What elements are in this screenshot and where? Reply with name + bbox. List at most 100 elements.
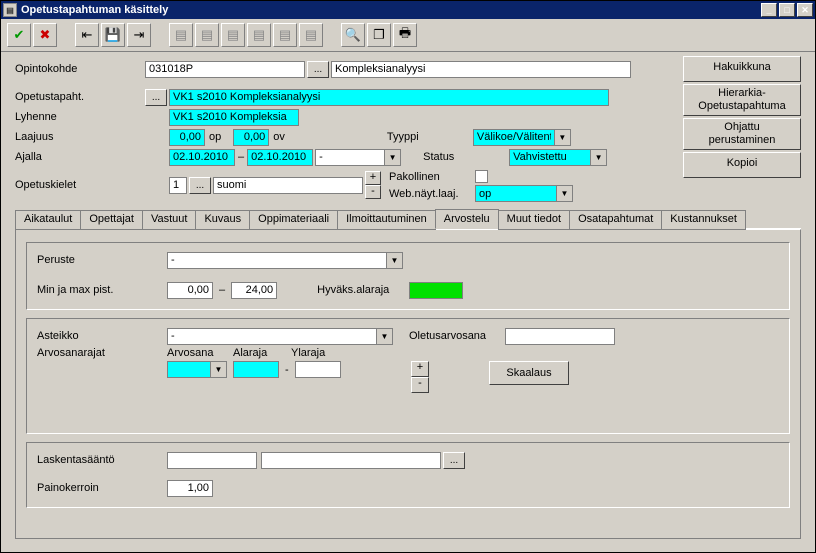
tab-kustannukset[interactable]: Kustannukset (661, 210, 746, 230)
app-icon: ▤ (3, 3, 17, 17)
tab-osatapahtumat[interactable]: Osatapahtumat (569, 210, 662, 230)
hierarkia-button[interactable]: Hierarkia- Opetustapahtuma (683, 84, 801, 116)
opetustapaht-label: Opetustapaht. (15, 91, 145, 103)
laajuus-ov-input[interactable] (233, 129, 269, 146)
minmax-label: Min ja max pist. (37, 284, 167, 296)
alaraja-input[interactable] (233, 361, 279, 378)
tab-opettajat[interactable]: Opettajat (80, 210, 143, 230)
web-label: Web.näyt.laaj. (389, 188, 475, 200)
tyyppi-select[interactable]: ▼ (473, 129, 571, 146)
tab-muut tiedot[interactable]: Muut tiedot (498, 210, 570, 230)
ohjattu-button[interactable]: Ohjattu perustaminen (683, 118, 801, 150)
doc-button-6[interactable]: ▤ (299, 23, 323, 47)
nav-last-button[interactable]: ⇥ (127, 23, 151, 47)
kopioi-button[interactable]: Kopioi (683, 152, 801, 178)
doc-button-1[interactable]: ▤ (169, 23, 193, 47)
chevron-down-icon[interactable]: ▼ (211, 361, 227, 378)
arvosana-plus-button[interactable]: + (411, 361, 429, 377)
laskenta-code-input[interactable] (167, 452, 257, 469)
laskenta-name-input[interactable] (261, 452, 441, 469)
pakollinen-checkbox[interactable] (475, 170, 488, 183)
maximize-button[interactable]: □ (779, 3, 795, 17)
opetuskielet-label: Opetuskielet (15, 179, 145, 191)
min-input[interactable] (167, 282, 213, 299)
ajalla-label: Ajalla (15, 151, 145, 163)
opintokohde-lookup-button[interactable]: ... (307, 61, 329, 78)
arvosanarajat-label: Arvosanarajat (37, 347, 167, 359)
save-button[interactable]: 💾 (101, 23, 125, 47)
laskenta-lookup-button[interactable]: ... (443, 452, 465, 469)
arvosana-header: Arvosana (167, 347, 225, 359)
peruste-label: Peruste (37, 254, 167, 266)
toolbar: ✔ ✖ ⇤ 💾 ⇥ ▤ ▤ ▤ ▤ ▤ ▤ 🔍 ❐ 🖶 (1, 19, 815, 52)
tab-ilmoittautuminen[interactable]: Ilmoittautuminen (337, 210, 436, 230)
cancel-button[interactable]: ✖ (33, 23, 57, 47)
web-select[interactable]: ▼ (475, 185, 573, 202)
lyhenne-input[interactable] (169, 109, 299, 126)
ajalla-to-input[interactable] (247, 149, 313, 166)
arvosana-minus-button[interactable]: - (411, 377, 429, 393)
opetuskielet-input[interactable] (213, 177, 363, 194)
oletusarvosana-label: Oletusarvosana (409, 330, 505, 342)
laskentasaanto-label: Laskentasääntö (37, 454, 167, 466)
tab-kuvaus[interactable]: Kuvaus (195, 210, 250, 230)
doc-button-3[interactable]: ▤ (221, 23, 245, 47)
tab-oppimateriaali[interactable]: Oppimateriaali (249, 210, 338, 230)
laajuus-op-input[interactable] (169, 129, 205, 146)
kielet-plus-button[interactable]: + (365, 171, 381, 185)
opetustapaht-lookup-button[interactable]: ... (145, 89, 167, 106)
chevron-down-icon[interactable]: ▼ (555, 129, 571, 146)
window-title: Opetustapahtuman käsittely (21, 4, 761, 16)
ylaraja-input[interactable] (295, 361, 341, 378)
painokerroin-input[interactable] (167, 480, 213, 497)
peruste-select[interactable]: ▼ (167, 252, 403, 269)
opintokohde-code-input[interactable] (145, 61, 305, 78)
ok-button[interactable]: ✔ (7, 23, 31, 47)
tab-aikataulut[interactable]: Aikataulut (15, 210, 81, 230)
ajalla-from-input[interactable] (169, 149, 235, 166)
arvostelu-panel: Peruste ▼ Min ja max pist. – Hyväks.alar… (15, 229, 801, 539)
tabs: AikataulutOpettajatVastuutKuvausOppimate… (15, 208, 801, 229)
chevron-down-icon[interactable]: ▼ (385, 149, 401, 166)
minimize-button[interactable]: _ (761, 3, 777, 17)
copy-button[interactable]: ❐ (367, 23, 391, 47)
doc-button-4[interactable]: ▤ (247, 23, 271, 47)
chevron-down-icon[interactable]: ▼ (557, 185, 573, 202)
skaalaus-button[interactable]: Skaalaus (489, 361, 569, 385)
tab-vastuut[interactable]: Vastuut (142, 210, 197, 230)
arvosana-select[interactable]: ▼ (167, 361, 227, 378)
opetustapaht-input[interactable] (169, 89, 609, 106)
chevron-down-icon[interactable]: ▼ (377, 328, 393, 345)
kielet-minus-button[interactable]: - (365, 185, 381, 199)
status-select[interactable]: ▼ (509, 149, 607, 166)
opetuskielet-lookup-button[interactable]: ... (189, 177, 211, 194)
tyyppi-label: Tyyppi (387, 131, 473, 143)
print-button[interactable]: 🖶 (393, 23, 417, 47)
chevron-down-icon[interactable]: ▼ (591, 149, 607, 166)
search-button[interactable]: 🔍 (341, 23, 365, 47)
hakuikkuna-button[interactable]: Hakuikkuna (683, 56, 801, 82)
doc-button-2[interactable]: ▤ (195, 23, 219, 47)
asteikko-label: Asteikko (37, 330, 167, 342)
tab-arvostelu[interactable]: Arvostelu (435, 209, 499, 229)
painokerroin-label: Painokerroin (37, 482, 167, 494)
laajuus-label: Laajuus (15, 131, 145, 143)
ajalla-extra-select[interactable]: ▼ (315, 149, 401, 166)
max-input[interactable] (231, 282, 277, 299)
opintokohde-name-input[interactable] (331, 61, 631, 78)
ov-unit: ov (273, 131, 285, 143)
asteikko-select[interactable]: ▼ (167, 328, 393, 345)
hyvaks-alaraja-box[interactable] (409, 282, 463, 299)
lyhenne-label: Lyhenne (15, 111, 145, 123)
hyvaks-label: Hyväks.alaraja (317, 284, 389, 296)
doc-button-5[interactable]: ▤ (273, 23, 297, 47)
close-button[interactable]: ✕ (797, 3, 813, 17)
nav-first-button[interactable]: ⇤ (75, 23, 99, 47)
opetuskielet-num-input[interactable] (169, 177, 187, 194)
chevron-down-icon[interactable]: ▼ (387, 252, 403, 269)
alaraja-header: Alaraja (233, 347, 283, 359)
status-label: Status (423, 151, 509, 163)
ylaraja-header: Ylaraja (291, 347, 341, 359)
oletusarvosana-input[interactable] (505, 328, 615, 345)
op-unit: op (209, 131, 221, 143)
